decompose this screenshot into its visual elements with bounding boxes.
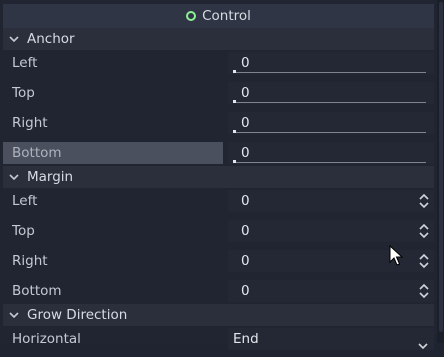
margin-top-value: 0 [241, 223, 250, 239]
mouse-cursor-icon [389, 244, 404, 267]
chevron-down-icon [9, 34, 19, 44]
slider-grabber[interactable] [233, 70, 236, 73]
spin-updown-icon[interactable] [419, 283, 429, 299]
section-grow-direction[interactable]: Grow Direction [3, 304, 434, 326]
anchor-bottom-label: Bottom [3, 142, 223, 164]
scrollbar-thumb[interactable] [439, 2, 443, 332]
grow-horizontal-value: End [233, 331, 259, 347]
slider-grabber[interactable] [233, 130, 236, 133]
section-margin[interactable]: Margin [3, 166, 434, 188]
margin-left-label: Left [12, 193, 38, 209]
anchor-right-label: Right [12, 115, 48, 131]
slider-track[interactable] [234, 72, 426, 73]
anchor-top-slider[interactable]: 0 [228, 82, 434, 104]
anchor-left-label: Left [12, 55, 38, 71]
anchor-right-slider[interactable]: 0 [228, 112, 434, 134]
margin-right-label: Right [12, 253, 48, 269]
inspector-panel: Control Anchor Left 0 Top 0 Right 0 Bott… [0, 0, 444, 350]
spin-updown-icon[interactable] [419, 253, 429, 269]
anchor-row-left: Left 0 [3, 49, 434, 77]
slider-track[interactable] [234, 162, 426, 163]
control-node-icon [186, 11, 197, 21]
margin-top-spinbox[interactable]: 0 [228, 220, 434, 242]
section-margin-title: Margin [27, 169, 74, 185]
anchor-row-top: Top 0 [3, 79, 434, 107]
anchor-top-label: Top [12, 85, 35, 101]
anchor-bottom-slider[interactable]: 0 [228, 142, 434, 164]
anchor-top-value: 0 [241, 85, 250, 101]
section-anchor[interactable]: Anchor [3, 28, 434, 50]
slider-grabber[interactable] [233, 160, 236, 163]
vertical-scrollbar[interactable] [437, 0, 444, 343]
margin-right-spinbox[interactable]: 0 [228, 250, 434, 272]
slider-grabber[interactable] [233, 100, 236, 103]
margin-bottom-value: 0 [241, 283, 250, 299]
margin-left-spinbox[interactable]: 0 [228, 190, 434, 212]
section-anchor-title: Anchor [27, 31, 75, 47]
section-grow-direction-title: Grow Direction [27, 307, 128, 323]
margin-row-top: Top 0 [3, 217, 434, 245]
margin-top-label: Top [12, 223, 35, 239]
margin-left-value: 0 [241, 193, 250, 209]
class-header-control[interactable]: Control [3, 4, 434, 28]
slider-track[interactable] [234, 132, 426, 133]
spin-updown-icon[interactable] [419, 193, 429, 209]
grow-horizontal-label: Horizontal [12, 331, 81, 347]
anchor-bottom-value: 0 [241, 145, 250, 161]
grow-horizontal-dropdown[interactable]: End [228, 328, 434, 350]
margin-bottom-spinbox[interactable]: 0 [228, 280, 434, 302]
grow-row-horizontal: Horizontal End [3, 325, 434, 353]
anchor-row-right: Right 0 [3, 109, 434, 137]
margin-row-right: Right 0 [3, 247, 434, 275]
anchor-left-value: 0 [241, 55, 250, 71]
margin-right-value: 0 [241, 253, 250, 269]
chevron-down-icon [9, 172, 19, 182]
chevron-down-icon [418, 335, 428, 350]
class-header-title: Control [202, 8, 251, 24]
anchor-left-slider[interactable]: 0 [228, 52, 434, 74]
margin-row-left: Left 0 [3, 187, 434, 215]
anchor-right-value: 0 [241, 115, 250, 131]
margin-row-bottom: Bottom 0 [3, 277, 434, 305]
anchor-row-bottom: Bottom 0 [3, 139, 434, 167]
spin-updown-icon[interactable] [419, 223, 429, 239]
slider-track[interactable] [234, 102, 426, 103]
chevron-down-icon [9, 310, 19, 320]
margin-bottom-label: Bottom [12, 283, 62, 299]
